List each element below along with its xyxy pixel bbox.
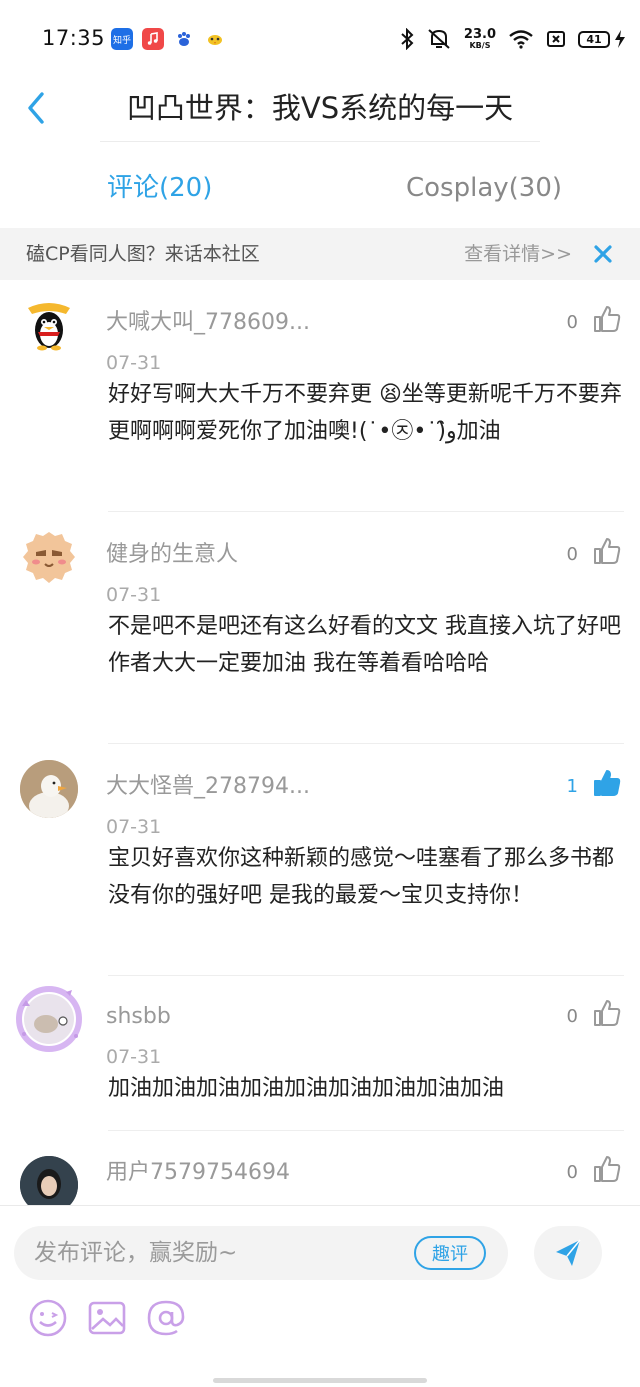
battery-indicator: 41 — [578, 30, 610, 48]
thumbs-up-icon[interactable] — [592, 1154, 622, 1184]
net-speed-unit: KB/S — [469, 41, 491, 50]
mute-bell-icon — [428, 29, 450, 49]
qq-penguin-icon — [28, 303, 70, 351]
status-bar: 17:35 知乎 23.0 KB/S 41 — [0, 0, 640, 80]
comment-username[interactable]: 健身的生意人 — [106, 540, 238, 570]
bird-app-icon — [204, 28, 226, 50]
comment-input-placeholder: 发布评论，赢奖励~ — [34, 1240, 238, 1266]
net-speed-value: 23.0 — [463, 27, 496, 42]
like-count: 0 — [566, 312, 578, 333]
home-indicator — [213, 1378, 427, 1383]
zhihu-app-icon: 知乎 — [111, 28, 133, 50]
comment-date: 07-31 — [106, 816, 162, 838]
like-count: 1 — [566, 776, 578, 797]
portrait-avatar-icon — [20, 1156, 78, 1206]
comment-divider — [108, 975, 624, 976]
thumbs-up-icon[interactable] — [592, 536, 622, 566]
promo-banner[interactable]: 磕CP看同人图？来话本社区 查看详情>> — [0, 228, 640, 280]
like-count: 0 — [566, 1006, 578, 1027]
emoji-icon[interactable] — [28, 1298, 68, 1338]
music-app-icon — [142, 28, 164, 50]
banner-close-button[interactable] — [590, 241, 616, 267]
mention-icon[interactable] — [146, 1298, 186, 1338]
page-title: 凹凸世界：我VS系统的每一天 — [126, 91, 514, 125]
net-speed: 23.0 KB/S — [464, 28, 496, 50]
comment-date: 07-31 — [106, 1046, 162, 1068]
thumbs-up-filled-icon[interactable] — [592, 768, 622, 798]
comment-item: 用户7579754694 0 — [0, 1146, 640, 1206]
comment-divider — [108, 1130, 624, 1131]
comment-text: 加油加油加油加油加油加油加油加油加油 — [108, 1076, 505, 1101]
comment-item: shsbb 07-31 加油加油加油加油加油加油加油加油加油 0 — [0, 984, 640, 1130]
baidu-app-icon — [173, 28, 195, 50]
comment-item: 大喊大叫_778609... 07-31 好好写啊大大千万不要弃更 😫坐等更新呢… — [0, 296, 640, 510]
sim-icon — [547, 31, 565, 47]
avatar-frame-icon — [16, 986, 82, 1052]
comment-divider — [108, 743, 624, 744]
wifi-icon — [509, 30, 533, 49]
like-count: 0 — [566, 1162, 578, 1183]
image-icon[interactable] — [87, 1298, 127, 1338]
avatar[interactable] — [20, 296, 78, 354]
comment-date: 07-31 — [106, 352, 162, 374]
status-right: 23.0 KB/S 41 — [400, 24, 626, 54]
comment-item: 大大怪兽_278794... 07-31 宝贝好喜欢你这种新颖的感觉～哇塞看了那… — [0, 760, 640, 974]
comment-username[interactable]: 大喊大叫_778609... — [106, 308, 310, 338]
comment-compose-bar: 发布评论，赢奖励~ 趣评 — [0, 1205, 640, 1387]
comment-text: 不是吧不是吧还有这么好看的文文 我直接入坑了好吧 作者大大一定要加油 我在等着看… — [108, 614, 621, 676]
comment-username[interactable]: 用户7579754694 — [106, 1158, 290, 1188]
like-count: 0 — [566, 544, 578, 565]
bluetooth-icon — [401, 28, 414, 50]
comment-input[interactable]: 发布评论，赢奖励~ 趣评 — [14, 1226, 508, 1280]
comment-username[interactable]: shsbb — [106, 1002, 171, 1032]
thumbs-up-icon[interactable] — [592, 998, 622, 1028]
banner-text: 磕CP看同人图？来话本社区 — [26, 243, 260, 265]
comment-date: 07-31 — [106, 584, 162, 606]
comment-username[interactable]: 大大怪兽_278794... — [106, 772, 310, 802]
avatar[interactable] — [20, 1156, 78, 1206]
duck-avatar-icon — [20, 760, 78, 818]
comment-text: 宝贝好喜欢你这种新颖的感觉～哇塞看了那么多书都没有你的强好吧 是我的最爱～宝贝支… — [108, 846, 615, 908]
quping-button[interactable]: 趣评 — [414, 1236, 486, 1270]
comment-item: 健身的生意人 07-31 不是吧不是吧还有这么好看的文文 我直接入坑了好吧 作者… — [0, 528, 640, 742]
status-time: 17:35 — [42, 26, 106, 50]
send-icon — [556, 1239, 581, 1266]
comment-divider — [108, 511, 624, 512]
avatar[interactable] — [20, 528, 78, 586]
header: 凹凸世界：我VS系统的每一天 — [0, 80, 640, 140]
thumbs-up-icon[interactable] — [592, 304, 622, 334]
comment-text: 好好写啊大大千万不要弃更 😫坐等更新呢千万不要弃更啊啊啊爱死你了加油噢!(˙•㉨… — [108, 382, 622, 444]
header-divider — [100, 141, 540, 142]
avatar[interactable] — [20, 760, 78, 818]
send-button[interactable] — [534, 1226, 602, 1280]
charging-icon — [615, 30, 625, 48]
banner-details-link[interactable]: 查看详情>> — [464, 240, 572, 268]
cookie-avatar-icon — [23, 532, 75, 583]
tab-comments[interactable]: 评论(20) — [107, 168, 212, 208]
avatar[interactable] — [14, 984, 84, 1054]
close-icon — [594, 245, 612, 263]
tab-cosplay[interactable]: Cosplay(30) — [406, 168, 562, 208]
tab-bar: 评论(20) Cosplay(30) — [0, 160, 640, 216]
